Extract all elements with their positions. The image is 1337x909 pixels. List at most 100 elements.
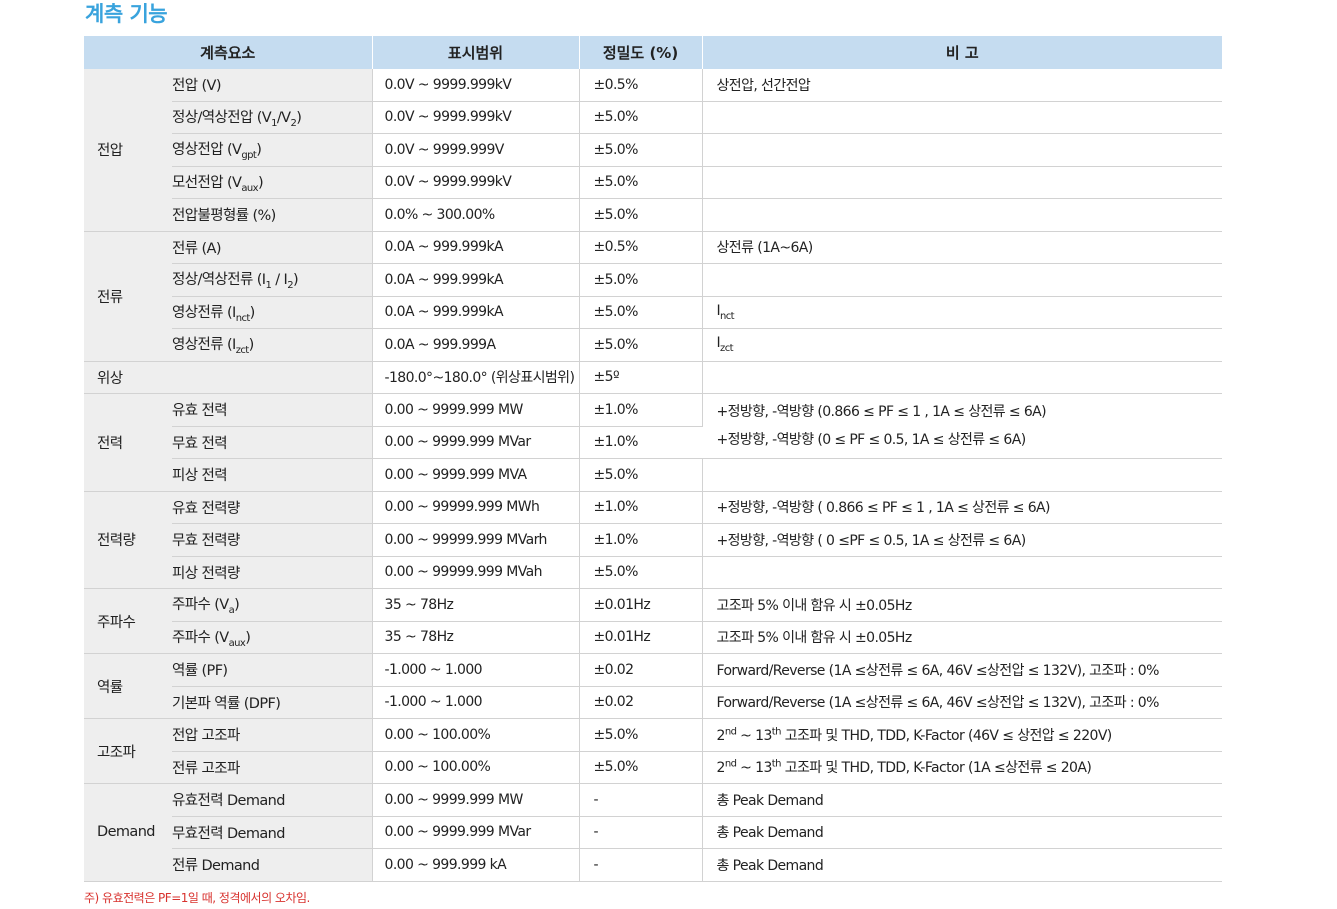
note-cell: +정방향, -역방향 (0.866 ≤ PF ≤ 1 , 1A ≤ 상전류 ≤ … bbox=[702, 393, 1223, 459]
range-cell: 0.0V ~ 9999.999kV bbox=[372, 101, 580, 134]
note-cell: 총 Peak Demand bbox=[702, 848, 1223, 882]
accuracy-cell: ±0.01Hz bbox=[579, 588, 703, 622]
range-cell: 0.0A ~ 999.999kA bbox=[372, 296, 580, 329]
item-cell: 전압 고조파 bbox=[172, 718, 373, 752]
range-cell: 0.00 ~ 99999.999 MWh bbox=[372, 491, 580, 524]
item-cell: 영상전류 (Izct) bbox=[172, 328, 373, 362]
range-cell: 0.00 ~ 999.999 kA bbox=[372, 848, 580, 882]
table-row: 정상/역상전압 (V1/V2) 0.0V ~ 9999.999kV ±5.0% bbox=[84, 101, 1223, 134]
table-row: Demand 유효전력 Demand 0.00 ~ 9999.999 MW - 총 Pe… bbox=[84, 783, 1223, 882]
accuracy-cell: ±1.0% bbox=[579, 426, 703, 459]
table-row: 전류 고조파 0.00 ~ 100.00% ±5.0% 2nd ~ 13th 고조파 … bbox=[84, 751, 1223, 784]
accuracy-cell: ±0.5% bbox=[579, 69, 703, 102]
accuracy-cell: ±5.0% bbox=[579, 328, 703, 362]
note-cell: Forward/Reverse (1A ≤상전류 ≤ 6A, 46V ≤상전압 … bbox=[702, 653, 1223, 687]
accuracy-cell: ±5.0% bbox=[579, 101, 703, 134]
range-cell: -1.000 ~ 1.000 bbox=[372, 686, 580, 719]
accuracy-cell: ±0.02 bbox=[579, 686, 703, 719]
table-row: 전류 Demand 0.00 ~ 999.999 kA - 총 Peak Demand bbox=[84, 848, 1223, 882]
accuracy-cell: - bbox=[579, 848, 703, 882]
note-line: +정방향, -역방향 (0.866 ≤ PF ≤ 1 , 1A ≤ 상전류 ≤ … bbox=[716, 404, 1047, 420]
item-cell: 피상 전력량 bbox=[172, 556, 373, 589]
range-cell: 0.0A ~ 999.999A bbox=[372, 328, 580, 362]
note-cell: Forward/Reverse (1A ≤상전류 ≤ 6A, 46V ≤상전압 … bbox=[702, 686, 1223, 719]
table-body: 전압 전압 (V) 0.0V ~ 9999.999kV ±0.5% 상전압, 선간전압 정… bbox=[84, 69, 1223, 882]
accuracy-cell: ±5.0% bbox=[579, 751, 703, 784]
footnote: 주) 유효전력은 PF=1일 때, 정격에서의 오차임. bbox=[84, 891, 310, 905]
accuracy-cell: - bbox=[579, 816, 703, 849]
note-cell bbox=[702, 361, 1223, 394]
item-cell: 유효 전력 bbox=[172, 393, 373, 427]
item-cell: 영상전류 (Inct) bbox=[172, 296, 373, 329]
accuracy-cell: ±5.0% bbox=[579, 166, 703, 199]
category-cell: 전류 bbox=[84, 231, 172, 362]
item-cell: 전압 (V) bbox=[172, 69, 373, 102]
item-cell: 영상전압 (Vgpt) bbox=[172, 133, 373, 167]
accuracy-cell: ±5.0% bbox=[579, 133, 703, 167]
accuracy-cell: ±5.0% bbox=[579, 458, 703, 492]
table-row: 주파수 주파수 (Va) 35 ~ 78Hz ±0.01Hz 고조파 5% 이내 함유 … bbox=[84, 588, 1223, 654]
table-row: 모선전압 (Vaux) 0.0V ~ 9999.999kV ±5.0% bbox=[84, 166, 1223, 199]
item-cell: 기본파 역률 (DPF) bbox=[172, 686, 373, 719]
category-cell: 고조파 bbox=[84, 718, 172, 784]
note-cell: 총 Peak Demand bbox=[702, 816, 1223, 849]
range-cell: -180.0°~180.0° (위상표시범위) bbox=[372, 361, 580, 394]
note-cell: 고조파 5% 이내 함유 시 ±0.05Hz bbox=[702, 621, 1223, 654]
item-cell: 전압불평형률 (%) bbox=[172, 198, 373, 232]
item-cell: 정상/역상전압 (V1/V2) bbox=[172, 101, 373, 134]
note-cell: 2nd ~ 13th 고조파 및 THD, TDD, K-Factor (1A … bbox=[702, 751, 1223, 784]
note-cell: +정방향, -역방향 ( 0 ≤PF ≤ 0.5, 1A ≤ 상전류 ≤ 6A) bbox=[702, 523, 1223, 557]
table-row: 전류 전류 (A) 0.0A ~ 999.999kA ±0.5% 상전류 (1A~6A) bbox=[84, 231, 1223, 362]
note-cell: 2nd ~ 13th 고조파 및 THD, TDD, K-Factor (46V… bbox=[702, 718, 1223, 752]
item-cell: 주파수 (Va) bbox=[172, 588, 373, 622]
category-cell: 전력 bbox=[84, 393, 172, 492]
page-title: 계측 기능 bbox=[85, 2, 168, 26]
accuracy-cell: ±5.0% bbox=[579, 263, 703, 297]
category-cell: 전압 bbox=[84, 69, 172, 232]
note-cell bbox=[702, 166, 1223, 199]
item-cell: 무효 전력 bbox=[172, 426, 373, 459]
range-cell: 0.00 ~ 100.00% bbox=[372, 751, 580, 784]
range-cell: 0.0V ~ 9999.999kV bbox=[372, 166, 580, 199]
range-cell: 0.00 ~ 9999.999 MW bbox=[372, 393, 580, 427]
table-row: 영상전류 (Izct) 0.0A ~ 999.999A ±5.0% Izct bbox=[84, 328, 1223, 362]
table-row: 무효 전력량 0.00 ~ 99999.999 MVarh ±1.0% +정방향, -… bbox=[84, 523, 1223, 557]
accuracy-cell: ±0.5% bbox=[579, 231, 703, 264]
note-cell bbox=[702, 556, 1223, 589]
range-cell: 0.00 ~ 99999.999 MVarh bbox=[372, 523, 580, 557]
range-cell: 0.0A ~ 999.999kA bbox=[372, 263, 580, 297]
range-cell: 0.0V ~ 9999.999V bbox=[372, 133, 580, 167]
accuracy-cell: ±5.0% bbox=[579, 556, 703, 589]
table-row: 영상전압 (Vgpt) 0.0V ~ 9999.999V ±5.0% bbox=[84, 133, 1223, 167]
note-cell bbox=[702, 263, 1223, 297]
table-header-row: 계측요소 표시범위 정밀도 (%) 비 고 bbox=[84, 36, 1223, 69]
note-cell: 상전압, 선간전압 bbox=[702, 69, 1223, 102]
range-cell: 0.00 ~ 9999.999 MW bbox=[372, 783, 580, 817]
range-cell: 0.00 ~ 9999.999 MVA bbox=[372, 458, 580, 492]
table-row: 피상 전력량 0.00 ~ 99999.999 MVah ±5.0% bbox=[84, 556, 1223, 589]
accuracy-cell: ±1.0% bbox=[579, 491, 703, 524]
note-cell: 상전류 (1A~6A) bbox=[702, 231, 1223, 264]
item-cell: 정상/역상전류 (I1 / I2) bbox=[172, 263, 373, 297]
category-cell: 주파수 bbox=[84, 588, 172, 654]
item-cell: 유효 전력량 bbox=[172, 491, 373, 524]
item-cell bbox=[172, 361, 373, 394]
accuracy-cell: ±1.0% bbox=[579, 523, 703, 557]
accuracy-cell: ±5º bbox=[579, 361, 703, 394]
note-cell bbox=[702, 101, 1223, 134]
category-cell: 역률 bbox=[84, 653, 172, 719]
accuracy-cell: ±5.0% bbox=[579, 718, 703, 752]
item-cell: 모선전압 (Vaux) bbox=[172, 166, 373, 199]
item-cell: 무효 전력량 bbox=[172, 523, 373, 557]
table-row: 고조파 전압 고조파 0.00 ~ 100.00% ±5.0% 2nd ~ 13th 고… bbox=[84, 718, 1223, 784]
range-cell: 0.00 ~ 9999.999 MVar bbox=[372, 426, 580, 459]
accuracy-cell: ±5.0% bbox=[579, 198, 703, 232]
item-cell: 유효전력 Demand bbox=[172, 783, 373, 817]
table-row: 위상 -180.0°~180.0° (위상표시범위) ±5º bbox=[84, 361, 1223, 394]
item-cell: 무효전력 Demand bbox=[172, 816, 373, 849]
range-cell: 0.00 ~ 9999.999 MVar bbox=[372, 816, 580, 849]
item-cell: 피상 전력 bbox=[172, 458, 373, 492]
note-cell: Inct bbox=[702, 296, 1223, 329]
header-range: 표시범위 bbox=[372, 36, 580, 69]
note-cell bbox=[702, 458, 1223, 492]
